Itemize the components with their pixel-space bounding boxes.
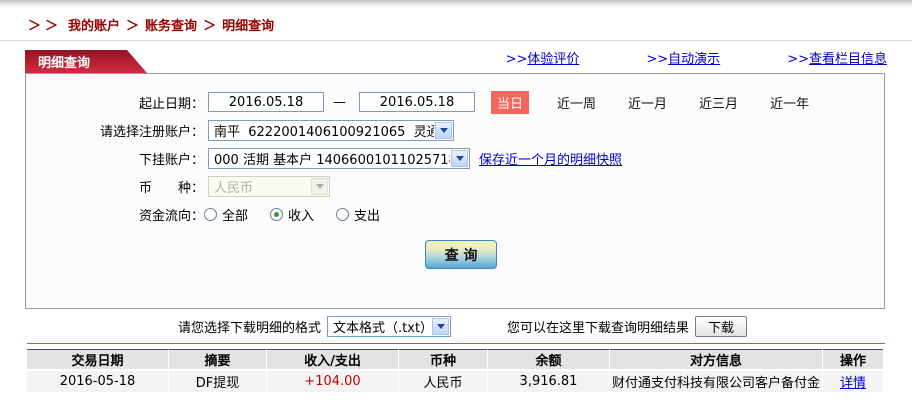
link-prefix: >> [646, 52, 669, 67]
cell-balance: 3,916.81 [488, 371, 610, 392]
radio-option-expense[interactable]: 支出 [336, 205, 380, 224]
form-row-flow: 资金流向： 全部 收入 支出 [26, 200, 884, 228]
chevron-down-icon [435, 121, 452, 139]
link-prefix: >> [505, 52, 528, 67]
form-row-register-account: 请选择注册账户： 南平 6222001406100921065 灵通卡 [26, 116, 884, 144]
breadcrumb-separator: ＞ [126, 19, 140, 34]
range-last-3-months-button[interactable]: 近三月 [695, 91, 742, 114]
range-last-week-button[interactable]: 近一周 [553, 91, 600, 114]
col-header-amount: 收入/支出 [267, 349, 399, 371]
col-header-currency: 币种 [399, 349, 488, 371]
radio-option-income[interactable]: 收入 [270, 205, 314, 224]
radio-icon [204, 207, 217, 221]
link-experience-rating[interactable]: >>体验评价 [506, 48, 580, 67]
page: ＞＞ 我的账户＞账务查询＞明细查询 明细查询 >>体验评价 >>自动演示 >>查看… [0, 0, 912, 410]
radio-icon [336, 207, 350, 221]
breadcrumb-item-detail-query[interactable]: 明细查询 [222, 19, 274, 34]
col-header-counterparty: 对方信息 [610, 349, 823, 371]
query-button[interactable]: 查 询 [425, 240, 497, 269]
breadcrumb-item-my-account[interactable]: 我的账户 [68, 19, 120, 34]
date-separator: — [333, 94, 346, 110]
col-header-date: 交易日期 [27, 349, 169, 371]
form-row-date: 起止日期： — 当日 近一周 近一月 近三月 近一年 [26, 88, 884, 116]
radio-label: 支出 [354, 208, 381, 224]
transaction-table: 交易日期 摘要 收入/支出 币种 余额 对方信息 操作 2016-05-18 D… [27, 349, 883, 392]
currency-label: 币 种： [138, 180, 204, 196]
register-account-select[interactable]: 南平 6222001406100921065 灵通卡 [208, 119, 454, 141]
cell-date: 2016-05-18 [27, 371, 169, 392]
breadcrumb: ＞＞ 我的账户 ＞ 账务查询 ＞ 明细查询 [0, 7, 912, 41]
cell-action: 详情 [823, 371, 883, 392]
range-last-year-button[interactable]: 近一年 [766, 91, 813, 114]
date-from-input[interactable] [208, 92, 324, 112]
breadcrumb-item-account-query[interactable]: 账务查询 [145, 19, 197, 34]
header-links: >>体验评价 >>自动演示 >>查看栏目信息 [439, 48, 887, 67]
cell-summary: DF提现 [169, 371, 267, 392]
chevron-down-icon [432, 317, 450, 335]
currency-value: 人民币 [214, 180, 254, 196]
cell-counterparty: 财付通支付科技有限公司客户备付金 [610, 371, 823, 392]
link-label: 自动演示 [668, 52, 721, 67]
link-prefix: >> [787, 52, 809, 67]
radio-option-all[interactable]: 全部 [204, 205, 248, 224]
chevron-down-icon [451, 149, 468, 167]
breadcrumb-prefix: ＞＞ [28, 19, 63, 34]
table-row: 2016-05-18 DF提现 +104.00 人民币 3,916.81 财付通… [27, 371, 883, 392]
radio-icon [270, 207, 284, 221]
link-label: 查看栏目信息 [808, 52, 887, 67]
link-label: 体验评价 [527, 52, 580, 67]
divider-red-line [27, 343, 885, 344]
flow-label: 资金流向： [138, 208, 204, 224]
form-row-sub-account: 下挂账户： 000 活期 基本户 1406600101102571848 保存近… [26, 144, 884, 172]
currency-select: 人民币 [208, 175, 330, 197]
radio-label: 全部 [222, 208, 249, 224]
form-row-currency: 币 种： 人民币 [26, 172, 884, 200]
chevron-down-icon [311, 177, 328, 195]
register-account-label: 请选择注册账户： [99, 124, 204, 140]
date-to-input[interactable] [359, 92, 475, 112]
range-today-button[interactable]: 当日 [491, 90, 530, 114]
tab-detail-query[interactable]: 明细查询 [25, 50, 147, 73]
radio-label: 收入 [288, 208, 315, 224]
sub-account-select[interactable]: 000 活期 基本户 1406600101102571848 [208, 147, 470, 169]
query-form-panel: 起止日期： — 当日 近一周 近一月 近三月 近一年 请选择注册账户： 南平 6… [25, 73, 885, 309]
download-format-select[interactable]: 文本格式（.txt） [327, 315, 452, 337]
date-range-label: 起止日期： [138, 96, 204, 112]
download-row: 请您选择下载明细的格式 文本格式（.txt） 您可以在这里下载查询明细结果 下载 [0, 309, 912, 343]
section-header: 明细查询 >>体验评价 >>自动演示 >>查看栏目信息 [25, 41, 887, 73]
register-account-value: 南平 6222001406100921065 灵通卡 [214, 124, 434, 140]
save-snapshot-link[interactable]: 保存近一个月的明细快照 [479, 149, 622, 168]
link-view-column-info[interactable]: >>查看栏目信息 [787, 48, 887, 67]
col-header-summary: 摘要 [169, 349, 267, 371]
range-last-month-button[interactable]: 近一月 [624, 91, 671, 114]
download-button[interactable]: 下载 [695, 315, 748, 337]
breadcrumb-separator: ＞ [203, 19, 217, 34]
col-header-action: 操作 [823, 349, 883, 371]
table-header-row: 交易日期 摘要 收入/支出 币种 余额 对方信息 操作 [27, 349, 883, 371]
download-format-label: 请您选择下载明细的格式 [178, 320, 322, 336]
top-band [0, 0, 912, 7]
detail-link[interactable]: 详情 [840, 376, 866, 391]
cell-currency: 人民币 [399, 371, 488, 392]
cell-amount: +104.00 [267, 371, 399, 392]
sub-account-value: 000 活期 基本户 1406600101102571848 [214, 152, 450, 168]
col-header-balance: 余额 [488, 349, 610, 371]
download-hint: 您可以在这里下载查询明细结果 [507, 320, 690, 336]
link-auto-demo[interactable]: >>自动演示 [646, 48, 720, 67]
download-format-value: 文本格式（.txt） [333, 320, 432, 336]
sub-account-label: 下挂账户： [138, 152, 204, 168]
